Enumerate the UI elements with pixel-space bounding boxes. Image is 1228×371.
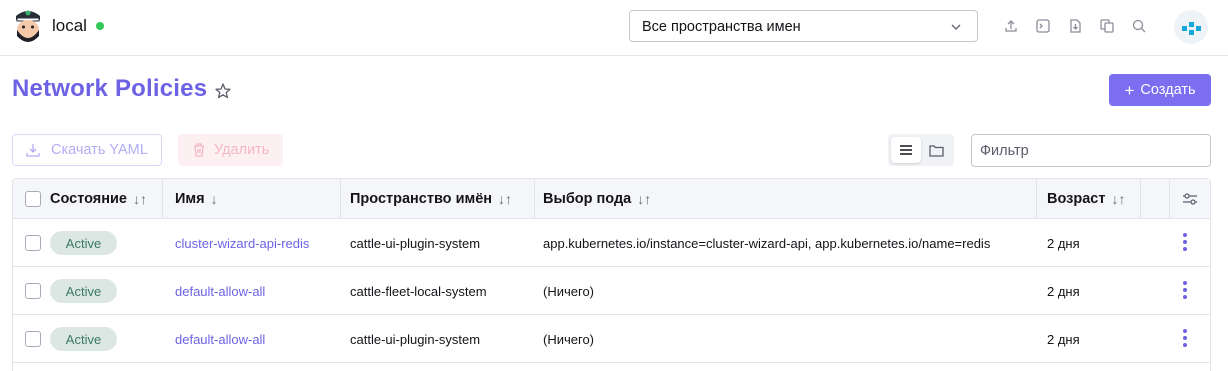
sort-icon: ↓↑ (132, 191, 147, 207)
view-mode-toggle (888, 134, 954, 166)
pod-selector-cell: (Ничего) (543, 283, 594, 299)
column-header-name[interactable]: Имя ↓ (175, 179, 218, 219)
column-header-age-label: Возраст (1047, 191, 1106, 207)
cluster-logo-icon[interactable] (12, 6, 44, 46)
network-policies-table: Состояние ↓↑ Имя ↓ Пространство имён ↓↑ Выб… (12, 178, 1211, 371)
column-divider (534, 179, 535, 219)
row-actions-kebab-icon[interactable] (1182, 329, 1188, 349)
table-row[interactable]: Active cluster-wizard-api-redis cattle-u… (13, 219, 1210, 267)
create-button[interactable]: + Создать (1109, 74, 1211, 106)
avatar-pattern-icon (1182, 22, 1201, 35)
column-divider (1140, 179, 1141, 219)
search-icon[interactable] (1131, 18, 1147, 34)
download-yaml-button[interactable]: Скачать YAML (12, 134, 162, 166)
list-icon (900, 145, 912, 155)
folder-icon (928, 144, 944, 157)
user-avatar[interactable] (1174, 10, 1208, 44)
column-header-name-label: Имя (175, 191, 205, 207)
policy-name-link[interactable]: default-allow-all (175, 315, 265, 363)
sort-icon: ↓↑ (498, 191, 513, 207)
row-actions-kebab-icon[interactable] (1182, 233, 1188, 253)
page-title: Network Policies (12, 75, 208, 102)
plus-icon: + (1124, 80, 1135, 100)
cluster-name[interactable]: local (52, 16, 87, 36)
delete-label: Удалить (214, 142, 270, 158)
column-header-pod-selector-label: Выбор пода (543, 191, 632, 207)
namespace-cell: cattle-ui-plugin-system (350, 235, 481, 251)
age-cell: 2 дня (1047, 283, 1080, 299)
column-header-state-label: Состояние (50, 191, 127, 207)
terminal-icon[interactable] (1035, 18, 1051, 34)
namespace-cell: cattle-ui-plugin-system (350, 331, 481, 347)
trash-icon (194, 143, 204, 157)
download-yaml-label: Скачать YAML (51, 142, 148, 158)
namespace-select[interactable]: Все пространства имен (629, 10, 978, 42)
row-actions-kebab-icon[interactable] (1182, 281, 1188, 301)
chevron-down-icon (951, 24, 961, 31)
column-header-namespace-label: Пространство имён (350, 191, 493, 207)
column-header-state[interactable]: Состояние ↓↑ (50, 179, 147, 219)
column-divider (340, 179, 341, 219)
flat-list-view-button[interactable] (891, 137, 921, 163)
star-icon[interactable] (214, 82, 232, 100)
download-icon (26, 144, 40, 157)
sort-icon: ↓↑ (1111, 191, 1126, 207)
column-header-age[interactable]: Возраст ↓↑ (1047, 179, 1125, 219)
cluster-status-dot (96, 22, 104, 30)
namespace-cell: cattle-fleet-local-system (350, 283, 487, 299)
status-badge: Active (50, 279, 117, 303)
table-row[interactable]: Active default-allow-all cattle-ui-plugi… (13, 315, 1210, 363)
copy-icon[interactable] (1099, 18, 1115, 34)
delete-button[interactable]: Удалить (178, 134, 283, 166)
column-divider (1036, 179, 1037, 219)
pod-selector-cell: (Ничего) (543, 331, 594, 347)
table-header: Состояние ↓↑ Имя ↓ Пространство имён ↓↑ Выб… (13, 179, 1210, 219)
create-button-label: Создать (1140, 82, 1196, 98)
age-cell: 2 дня (1047, 331, 1080, 347)
column-header-namespace[interactable]: Пространство имён ↓↑ (350, 179, 512, 219)
policy-name-link[interactable]: default-allow-all (175, 267, 265, 315)
pod-selector-cell: app.kubernetes.io/instance=cluster-wizar… (543, 235, 991, 251)
download-icon[interactable] (1067, 18, 1083, 34)
filter-input[interactable] (971, 134, 1211, 167)
column-header-pod-selector[interactable]: Выбор пода ↓↑ (543, 179, 651, 219)
row-checkbox[interactable] (25, 283, 41, 299)
table-row[interactable]: Active default-allow-all cattle-fleet-lo… (13, 267, 1210, 315)
status-badge: Active (50, 231, 117, 255)
status-badge: Active (50, 327, 117, 351)
column-settings-icon[interactable] (1182, 192, 1198, 206)
namespace-select-value: Все пространства имен (642, 19, 801, 35)
upload-icon[interactable] (1003, 18, 1019, 34)
age-cell: 2 дня (1047, 235, 1080, 251)
group-by-namespace-button[interactable] (921, 137, 951, 163)
top-header: local Все пространства имен (0, 0, 1228, 56)
row-checkbox[interactable] (25, 235, 41, 251)
policy-name-link[interactable]: cluster-wizard-api-redis (175, 219, 309, 267)
select-all-checkbox[interactable] (25, 191, 41, 207)
column-divider (162, 179, 163, 219)
row-checkbox[interactable] (25, 331, 41, 347)
column-divider (1169, 179, 1170, 219)
sort-icon: ↓↑ (637, 191, 652, 207)
sort-descending-icon: ↓ (210, 191, 218, 207)
